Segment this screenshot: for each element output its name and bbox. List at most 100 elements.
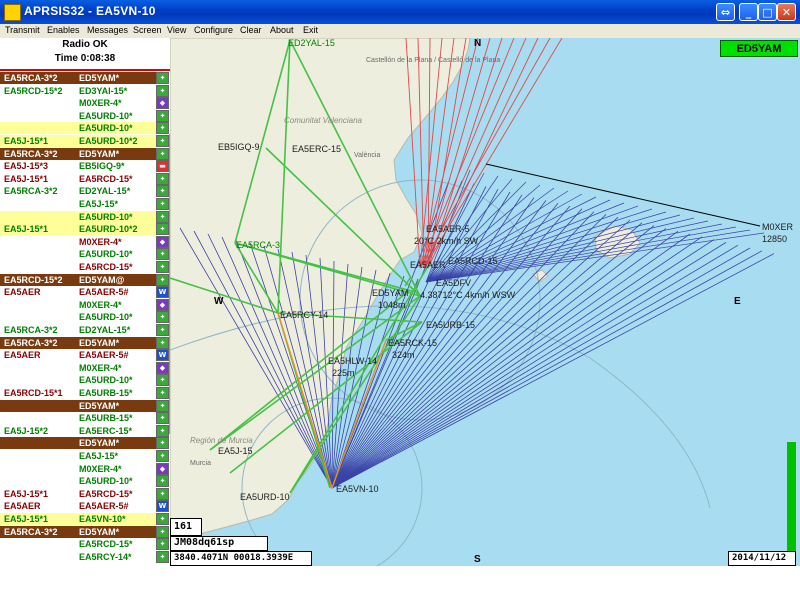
list-item[interactable]: EA5J-15* <box>0 198 156 210</box>
list-item-station: EA5URD-10* <box>79 211 133 222</box>
list-item[interactable]: EA5URD-10* <box>0 248 156 261</box>
menu-view[interactable]: View <box>167 24 186 37</box>
list-item[interactable]: EA5J-15*1 EA5RCD-15* <box>0 172 156 185</box>
list-item[interactable]: EA5URD-10* <box>0 122 156 135</box>
menu-exit[interactable]: Exit <box>303 24 318 37</box>
list-item[interactable]: EA5RCA-3*2 ED2YAL-15* <box>0 324 156 336</box>
station-label[interactable]: M0XER <box>762 222 793 232</box>
digi-icon: ✦ <box>156 72 169 84</box>
list-item[interactable]: EA5URD-10* <box>0 210 156 223</box>
list-item[interactable]: EA5RCD-15* <box>0 261 156 273</box>
list-item-station: EA5RCD-15* <box>79 262 133 272</box>
list-item-station: EA5URD-10* <box>79 312 133 323</box>
digi-icon: ✦ <box>156 487 169 500</box>
list-item[interactable]: EA5URD-10* <box>0 109 156 122</box>
station-label[interactable]: 324m <box>392 350 415 360</box>
list-item[interactable]: EA5J-15*1 EA5URD-10*2 <box>0 223 156 236</box>
list-item-station: ED2YAL-15* <box>79 186 131 197</box>
list-item[interactable]: EA5AER EA5AER-5# <box>0 349 156 362</box>
menu-transmit[interactable]: Transmit <box>5 24 40 37</box>
station-label[interactable]: 225m <box>332 368 355 378</box>
station-label[interactable]: EA5VN-10 <box>336 484 379 494</box>
list-item[interactable]: M0XER-4* <box>0 298 156 311</box>
car-icon: ▬ <box>156 160 169 173</box>
compass-west: W <box>214 296 224 307</box>
station-label[interactable]: EA5RCD-15 <box>448 256 498 266</box>
station-label[interactable]: EA5ERC-15 <box>292 144 341 154</box>
station-label[interactable]: EA5URB-15 <box>426 320 475 330</box>
list-item-via: EA5J-15*1 <box>4 514 49 524</box>
list-item[interactable]: M0XER-4* <box>0 235 156 248</box>
menu-configure[interactable]: Configure <box>194 24 233 37</box>
digi-icon: ✦ <box>156 387 169 399</box>
list-item[interactable]: EA5RCD-15*1 EA5URB-15* <box>0 387 156 399</box>
list-item[interactable]: EA5RCA-3*2 ED2YAL-15* <box>0 185 156 198</box>
list-item[interactable]: EA5J-15*1 EA5URD-10*2 <box>0 135 156 147</box>
list-item[interactable]: M0XER-4* <box>0 361 156 374</box>
list-item[interactable]: EA5RCD-15*2 ED5YAM@ <box>0 273 156 286</box>
station-label[interactable]: 1048m <box>378 300 406 310</box>
station-label[interactable]: 20°C 2km/h SW <box>414 236 478 246</box>
station-label[interactable]: EA5RCY-14 <box>280 310 328 320</box>
digi-icon: ✦ <box>156 210 169 223</box>
station-label[interactable]: EA5RCA-3 <box>236 240 280 250</box>
menu-screen[interactable]: Screen <box>133 24 162 37</box>
list-item[interactable]: EA5J-15*3 EB5IGQ-9* <box>0 160 156 173</box>
digi-icon: ✦ <box>156 336 169 349</box>
list-item[interactable]: EA5RCY-14* <box>0 550 156 563</box>
station-label[interactable]: EA5HLW-14 <box>328 356 377 366</box>
list-item[interactable]: EA5RCD-15* <box>0 538 156 551</box>
menu-about[interactable]: About <box>270 24 294 37</box>
map-view[interactable]: N S E W Castellón de la Plana / Castelló… <box>170 38 800 566</box>
station-label[interactable]: 4.38712°C 4km/h WSW <box>420 290 515 300</box>
menu-messages[interactable]: Messages <box>87 24 128 37</box>
station-label[interactable]: EA5DFV <box>436 278 471 288</box>
list-item[interactable]: EA5URD-10* <box>0 475 156 488</box>
close-button[interactable]: ✕ <box>777 3 796 21</box>
restore-icon[interactable]: ⇔ <box>716 3 735 21</box>
list-item[interactable]: EA5RCA-3*2 ED5YAM* <box>0 525 156 538</box>
station-label[interactable]: ED2YAL-15 <box>288 38 335 48</box>
station-label[interactable]: ED5YAM <box>372 288 408 298</box>
menu-clear[interactable]: Clear <box>240 24 262 37</box>
station-label[interactable]: EA5URD-10 <box>240 492 290 502</box>
station-badge[interactable]: ED5YAM <box>720 40 798 57</box>
list-item-station: EA5AER-5# <box>79 287 129 298</box>
list-item[interactable]: ED5YAM* <box>0 437 156 450</box>
list-item-via: EA5J-15*1 <box>4 136 49 146</box>
station-label[interactable]: EA5RCK-15 <box>388 338 437 348</box>
list-item[interactable]: EA5RCA-3*2 ED5YAM* <box>0 72 156 84</box>
list-item-station: EA5AER-5# <box>79 501 129 512</box>
maximize-button[interactable]: □ <box>758 3 777 21</box>
list-item[interactable]: EA5RCA-3*2 ED5YAM* <box>0 336 156 349</box>
place-label: Castellón de la Plana / Castelló de la P… <box>366 57 501 64</box>
list-item[interactable]: EA5URD-10* <box>0 374 156 387</box>
list-item[interactable]: EA5J-15*1 EA5VN-10* <box>0 513 156 525</box>
menu-enables[interactable]: Enables <box>47 24 80 37</box>
time-text: Time 0:08:38 <box>54 53 116 64</box>
list-item[interactable]: M0XER-4* <box>0 97 156 110</box>
minimize-button[interactable]: _ <box>739 3 758 21</box>
list-item-via: EA5RCA-3*2 <box>4 526 58 537</box>
list-item[interactable]: M0XER-4* <box>0 462 156 475</box>
list-item[interactable]: EA5J-15*1 EA5RCD-15* <box>0 487 156 500</box>
list-item[interactable]: EA5URB-15* <box>0 412 156 425</box>
station-label[interactable]: EA5AER <box>410 260 446 270</box>
station-label[interactable]: EB5IGQ-9 <box>218 142 260 152</box>
list-item-station: EA5URD-10*2 <box>79 136 138 146</box>
list-item[interactable]: EA5URD-10* <box>0 311 156 324</box>
station-label[interactable]: EA5J-15 <box>218 446 253 456</box>
digi-icon: ✦ <box>156 475 169 488</box>
list-item[interactable]: EA5J-15*2 EA5ERC-15* <box>0 424 156 437</box>
list-item[interactable]: EA5RCD-15*2 ED3YAI-15* <box>0 84 156 97</box>
list-item-via: EA5RCD-15*1 <box>4 388 63 398</box>
station-label[interactable]: 12850 <box>762 234 787 244</box>
list-item[interactable]: EA5AER EA5AER-5# <box>0 500 156 513</box>
list-item[interactable]: ED5YAM* <box>0 399 156 412</box>
list-item[interactable]: EA5J-15* <box>0 450 156 462</box>
station-label[interactable]: EA5AER-5 <box>426 224 470 234</box>
list-item[interactable]: EA5AER EA5AER-5# <box>0 286 156 299</box>
list-item[interactable]: EA5RCA-3*2 ED5YAM* <box>0 147 156 160</box>
window-title: APRSIS32 - EA5VN-10 <box>24 4 156 18</box>
list-item-station: EA5URB-15* <box>79 388 133 398</box>
